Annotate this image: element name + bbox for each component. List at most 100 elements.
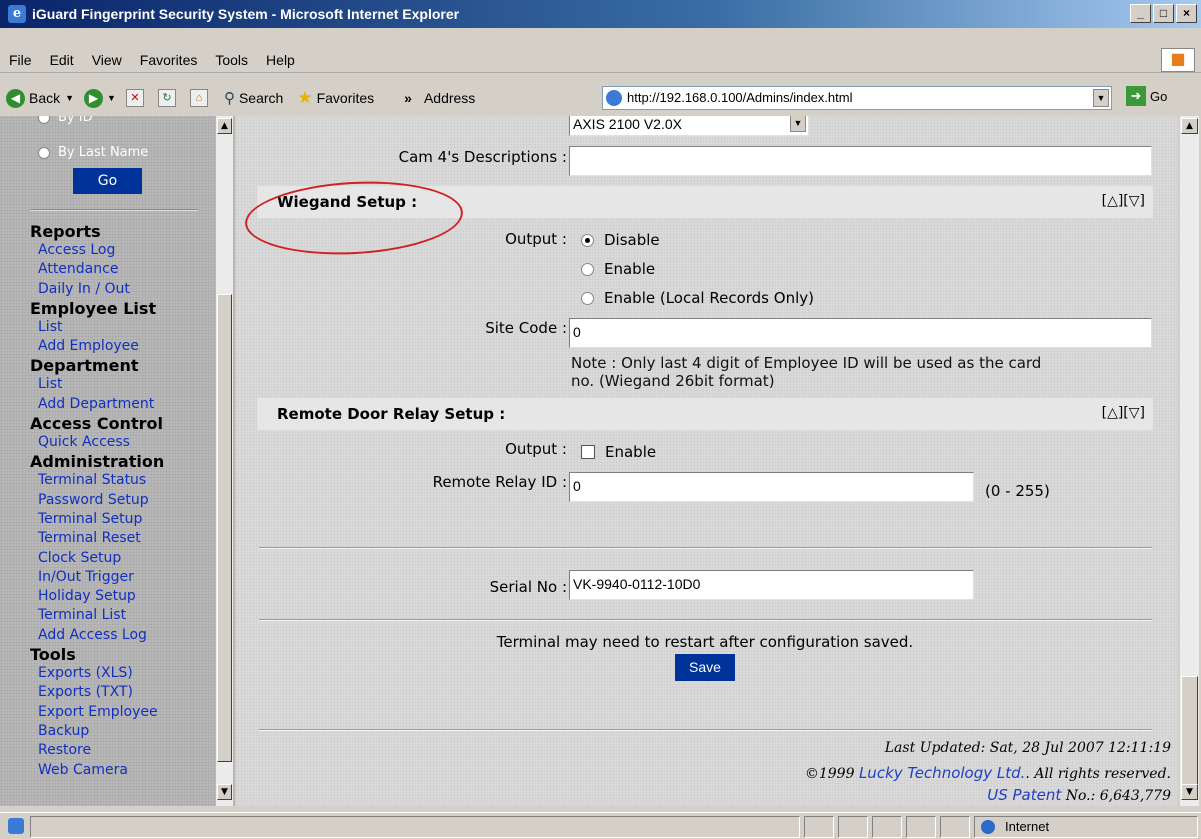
camera-model-select[interactable]: AXIS 2100 V2.0X ▼ xyxy=(569,116,809,136)
relay-id-input[interactable]: 0 xyxy=(569,472,974,502)
close-button[interactable]: × xyxy=(1176,4,1197,23)
address-label: Address xyxy=(423,90,476,106)
last-updated: Last Updated: Sat, 28 Jul 2007 12:11:19 xyxy=(884,740,1171,756)
scroll-down-icon[interactable]: ▼ xyxy=(217,784,232,800)
nav-link-export-employee[interactable]: Export Employee xyxy=(38,703,164,722)
scroll-up-icon[interactable]: ▲ xyxy=(1181,118,1198,134)
nav-list: Reports Access Log Attendance Daily In /… xyxy=(30,222,164,780)
sidebar-go-button[interactable]: Go xyxy=(73,168,142,194)
nav-link-backup[interactable]: Backup xyxy=(38,722,164,741)
relay-section-header: Remote Door Relay Setup : [△][▽] xyxy=(257,398,1153,430)
nav-link-exports-txt[interactable]: Exports (TXT) xyxy=(38,683,164,702)
dropdown-arrow-icon[interactable]: ▼ xyxy=(65,93,74,103)
status-cell xyxy=(804,816,834,838)
menu-edit[interactable]: Edit xyxy=(50,52,74,68)
wiegand-option-disable[interactable]: Disable xyxy=(581,231,660,249)
patent: US Patent No.: 6,643,779 xyxy=(987,786,1171,804)
address-bar[interactable]: http://192.168.0.100/Admins/index.html ▼ xyxy=(602,86,1112,110)
internet-globe-icon xyxy=(981,820,995,834)
radio-label: Enable xyxy=(604,260,656,278)
cam4-description-input[interactable] xyxy=(569,146,1152,176)
go-button[interactable]: ➜ Go xyxy=(1126,86,1167,106)
menu-favorites[interactable]: Favorites xyxy=(140,52,198,68)
back-label: Back xyxy=(29,90,61,106)
nav-link-holiday-setup[interactable]: Holiday Setup xyxy=(38,587,164,606)
home-button[interactable]: ⌂ xyxy=(189,89,212,107)
radio-by-id[interactable]: By ID xyxy=(38,116,93,125)
menu-view[interactable]: View xyxy=(92,52,122,68)
search-button[interactable]: ⚲ Search xyxy=(224,89,283,107)
serial-no-input[interactable]: VK-9940-0112-10D0 xyxy=(569,570,974,600)
favorites-label: Favorites xyxy=(316,90,375,106)
search-icon: ⚲ xyxy=(223,90,235,107)
save-button[interactable]: Save xyxy=(675,654,735,681)
nav-link-employee-list[interactable]: List xyxy=(38,318,164,337)
nav-link-add-access-log[interactable]: Add Access Log xyxy=(38,626,164,645)
serial-no-label: Serial No : xyxy=(489,578,567,596)
relay-enable-checkbox[interactable]: Enable xyxy=(581,443,656,461)
back-button[interactable]: ◀ Back ▼ xyxy=(6,88,74,108)
divider xyxy=(30,209,198,211)
nav-link-department-list[interactable]: List xyxy=(38,375,164,394)
main-content: AXIS 2100 V2.0X ▼ Cam 4's Descriptions :… xyxy=(237,116,1177,806)
nav-link-quick-access[interactable]: Quick Access xyxy=(38,433,164,452)
nav-link-terminal-setup[interactable]: Terminal Setup xyxy=(38,510,164,529)
nav-link-terminal-reset[interactable]: Terminal Reset xyxy=(38,529,164,548)
menu-tools[interactable]: Tools xyxy=(215,52,248,68)
nav-link-access-log[interactable]: Access Log xyxy=(38,241,164,260)
restart-note: Terminal may need to restart after confi… xyxy=(496,633,914,651)
nav-link-restore[interactable]: Restore xyxy=(38,741,164,760)
go-arrow-icon: ➜ xyxy=(1126,86,1146,106)
sidebar-scrollbar[interactable]: ▲ ▼ xyxy=(215,116,233,806)
radio-label: By ID xyxy=(58,116,93,125)
nav-link-terminal-status[interactable]: Terminal Status xyxy=(38,471,164,490)
nav-link-clock-setup[interactable]: Clock Setup xyxy=(38,549,164,568)
company-link[interactable]: Lucky Technology Ltd. xyxy=(859,764,1025,782)
wiegand-option-enable[interactable]: Enable xyxy=(581,260,655,278)
nav-link-web-camera[interactable]: Web Camera xyxy=(38,761,164,780)
back-arrow-icon: ◀ xyxy=(6,88,25,108)
address-dropdown-icon[interactable]: ▼ xyxy=(1093,89,1109,107)
section-reorder-arrows[interactable]: [△][▽] xyxy=(1102,405,1145,421)
page-icon xyxy=(606,90,622,106)
radio-by-last-name[interactable]: By Last Name xyxy=(38,145,148,160)
nav-link-daily-in-out[interactable]: Daily In / Out xyxy=(38,280,164,299)
nav-link-add-department[interactable]: Add Department xyxy=(38,395,164,414)
stop-button[interactable]: ✕ xyxy=(125,89,148,107)
nav-link-in-out-trigger[interactable]: In/Out Trigger xyxy=(38,568,164,587)
chevron-down-icon[interactable]: ▼ xyxy=(790,116,806,132)
copyright: ©1999 Lucky Technology Ltd.. All rights … xyxy=(805,764,1171,782)
dropdown-arrow-icon[interactable]: ▼ xyxy=(107,93,116,103)
maximize-button[interactable]: □ xyxy=(1153,4,1174,23)
favorites-button[interactable]: ★ Favorites xyxy=(297,88,374,108)
main-scrollbar[interactable]: ▲ ▼ xyxy=(1180,116,1199,806)
nav-link-add-employee[interactable]: Add Employee xyxy=(38,337,164,356)
refresh-button[interactable]: ↻ xyxy=(157,89,180,107)
wiegand-option-local-only[interactable]: Enable (Local Records Only) xyxy=(581,289,814,307)
nav-link-terminal-list[interactable]: Terminal List xyxy=(38,606,164,625)
scroll-up-icon[interactable]: ▲ xyxy=(217,118,232,134)
menu-help[interactable]: Help xyxy=(266,52,295,68)
nav-link-password-setup[interactable]: Password Setup xyxy=(38,491,164,510)
title-bar: e iGuard Fingerprint Security System - M… xyxy=(0,0,1201,28)
minimize-button[interactable]: _ xyxy=(1130,4,1151,23)
menu-file[interactable]: File xyxy=(9,52,32,68)
nav-link-exports-xls[interactable]: Exports (XLS) xyxy=(38,664,164,683)
nav-section-reports: Reports xyxy=(30,222,101,241)
nav-section-administration: Administration xyxy=(30,452,165,472)
refresh-icon: ↻ xyxy=(157,89,176,107)
wiegand-output-label: Output : xyxy=(505,230,567,248)
site-code-input[interactable]: 0 xyxy=(569,318,1152,348)
scrollbar-thumb[interactable] xyxy=(1181,676,1198,786)
forward-button[interactable]: ▶ ▼ xyxy=(84,88,116,108)
wiegand-note: Note : Only last 4 digit of Employee ID … xyxy=(571,354,1041,390)
patent-link[interactable]: US Patent xyxy=(987,786,1061,804)
nav-link-attendance[interactable]: Attendance xyxy=(38,260,164,279)
section-reorder-arrows[interactable]: [△][▽] xyxy=(1102,193,1145,209)
toolbar-chevron[interactable]: » xyxy=(404,90,412,106)
star-icon: ★ xyxy=(297,88,313,107)
search-label: Search xyxy=(238,90,284,106)
sidebar: By ID By Last Name Go Reports Access Log… xyxy=(0,116,235,806)
scroll-down-icon[interactable]: ▼ xyxy=(1181,784,1198,800)
scrollbar-thumb[interactable] xyxy=(217,294,232,762)
